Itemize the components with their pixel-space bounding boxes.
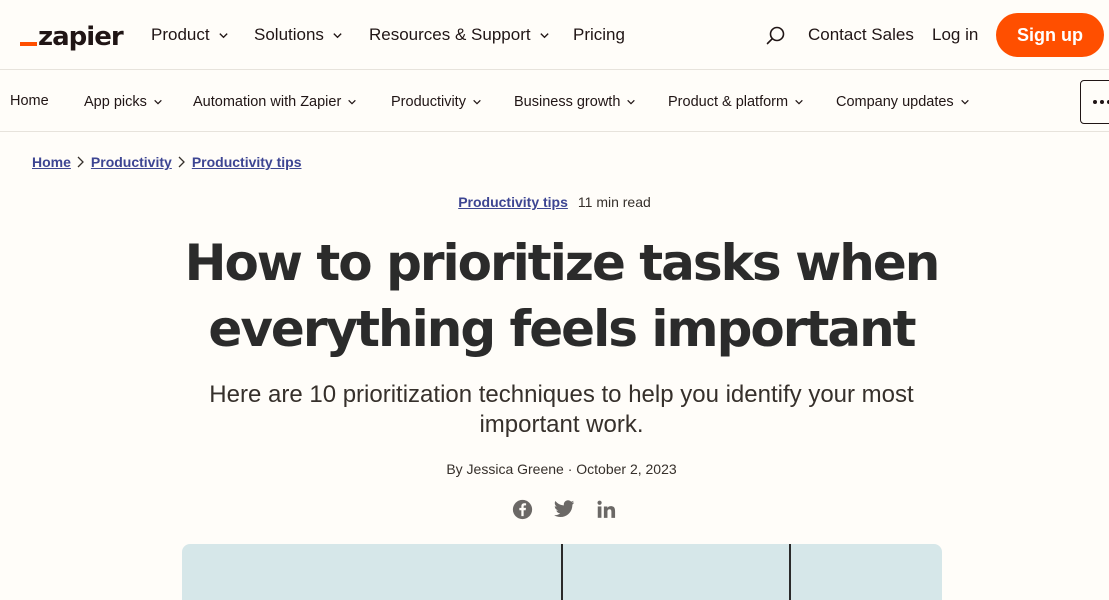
nav-solutions-label: Solutions xyxy=(254,25,324,44)
breadcrumb-home[interactable]: Home xyxy=(32,154,71,170)
chevron-down-icon xyxy=(539,32,549,38)
subnav-app-picks[interactable]: App picks xyxy=(84,94,163,110)
article-title-line-2: everything feels important xyxy=(208,300,916,358)
nav-resources-label: Resources & Support xyxy=(369,25,531,44)
subnav-product-platform-label: Product & platform xyxy=(668,94,789,110)
more-dot xyxy=(1100,100,1104,104)
nav-pricing[interactable]: Pricing xyxy=(573,24,625,46)
more-dot xyxy=(1093,100,1097,104)
logo-dash xyxy=(20,42,37,46)
nav-solutions[interactable]: Solutions xyxy=(254,24,343,46)
hero-image-line xyxy=(789,544,791,600)
chevron-down-icon xyxy=(473,99,481,105)
facebook-icon[interactable] xyxy=(511,498,533,520)
breadcrumb: Home Productivity Productivity tips xyxy=(32,154,302,170)
nav-resources-support[interactable]: Resources & Support xyxy=(369,24,550,46)
article-title: How to prioritize tasks when everything … xyxy=(150,230,973,362)
more-icon[interactable] xyxy=(1080,80,1109,124)
nav-pricing-label: Pricing xyxy=(573,25,625,44)
chevron-down-icon xyxy=(795,99,803,105)
article-title-line-1: How to prioritize tasks when xyxy=(184,234,941,292)
breadcrumb-productivity-tips[interactable]: Productivity tips xyxy=(192,154,302,170)
nav-product-label: Product xyxy=(151,25,210,44)
share-icons xyxy=(511,498,617,520)
subnav-automation-label: Automation with Zapier xyxy=(193,94,342,110)
blog-category-nav: Home App picks Automation with Zapier Pr… xyxy=(0,71,1109,132)
login-link[interactable]: Log in xyxy=(932,24,978,46)
chevron-down-icon xyxy=(154,99,162,105)
subnav-business-growth[interactable]: Business growth xyxy=(514,94,636,110)
logo-text: zapier xyxy=(38,22,124,52)
read-time: 11 min read xyxy=(577,194,651,210)
breadcrumb-productivity[interactable]: Productivity xyxy=(91,154,172,170)
article-meta: Productivity tips 11 min read xyxy=(0,194,1109,210)
chevron-right-icon xyxy=(71,155,91,169)
chevron-down-icon xyxy=(333,32,342,38)
subnav-app-picks-label: App picks xyxy=(84,94,147,110)
chevron-down-icon xyxy=(960,99,969,105)
chevron-down-icon xyxy=(218,32,228,38)
subnav-business-growth-label: Business growth xyxy=(514,94,621,110)
subnav-product-platform[interactable]: Product & platform xyxy=(668,94,804,110)
linkedin-icon[interactable] xyxy=(595,498,617,520)
nav-product[interactable]: Product xyxy=(151,24,229,46)
twitter-icon[interactable] xyxy=(553,498,575,520)
hero-image xyxy=(182,544,942,600)
subnav-automation[interactable]: Automation with Zapier xyxy=(193,94,357,110)
article-subtitle: Here are 10 prioritization techniques to… xyxy=(209,381,914,438)
subnav-company-updates-label: Company updates xyxy=(836,94,954,110)
search-icon[interactable] xyxy=(764,24,788,48)
chevron-down-icon xyxy=(348,99,357,105)
subnav-productivity[interactable]: Productivity xyxy=(391,94,482,110)
contact-sales-link[interactable]: Contact Sales xyxy=(808,24,914,46)
zapier-logo[interactable]: zapier xyxy=(20,20,124,52)
chevron-right-icon xyxy=(172,155,192,169)
subnav-company-updates[interactable]: Company updates xyxy=(836,94,970,110)
article-byline: By Jessica Greene · October 2, 2023 xyxy=(446,461,677,477)
article-category-link[interactable]: Productivity tips xyxy=(458,194,568,210)
signup-button[interactable]: Sign up xyxy=(996,13,1104,57)
subnav-home[interactable]: Home xyxy=(10,93,49,109)
top-navigation: zapier Product Solutions Resources & Sup… xyxy=(0,0,1109,70)
chevron-down-icon xyxy=(627,99,636,105)
hero-image-line xyxy=(561,544,563,600)
subnav-productivity-label: Productivity xyxy=(391,94,466,110)
